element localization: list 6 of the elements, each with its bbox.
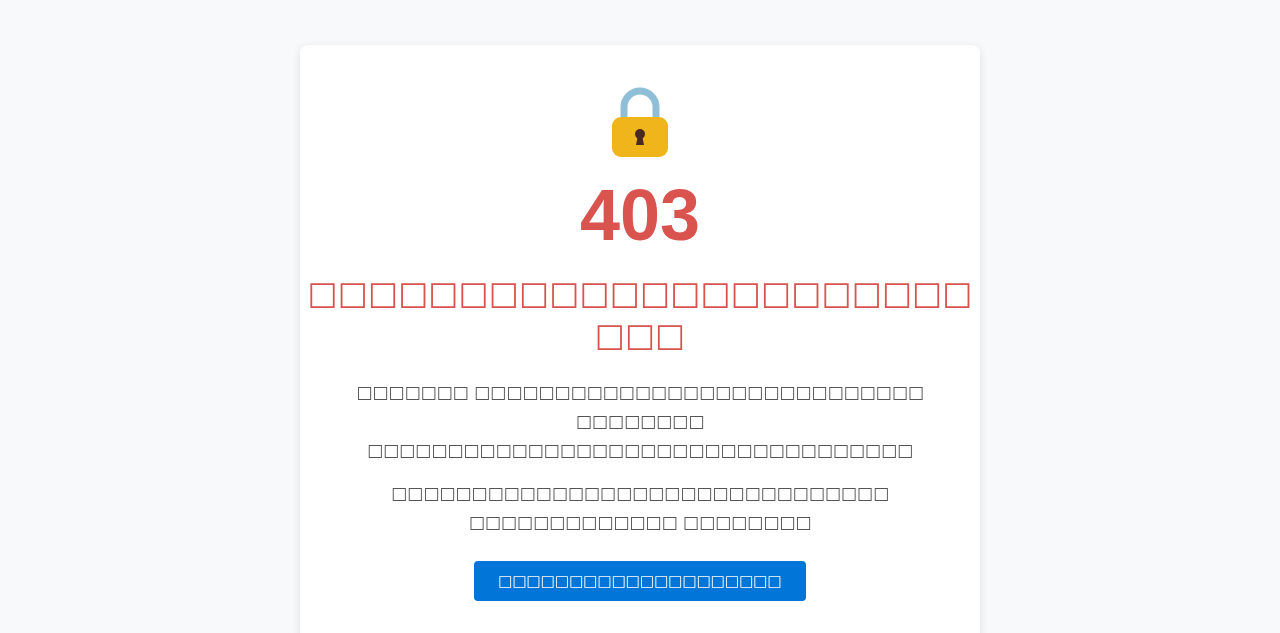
error-message: □□□□□□□□□□□□□□□□□□□□□□□□□□□□□□□ □□□□□□□□□□□□□ □□□□□□□□ — [390, 481, 890, 534]
error-title: □□□□□□□□□□□□□□□□□□□□□□ □□□ — [307, 273, 973, 356]
error-message: □□□□□□□ □□□□□□□□□□□□□□□□□□□□□□□□□□□□ □□□□□□□□ □□□□□□□□□□□□□□□□□□□□□□□□□□□□□□□□□□ — [355, 381, 925, 462]
back-button[interactable]: □□□□□□□□□□□□□□□□□□□□ — [474, 560, 806, 601]
padlock-icon — [610, 87, 670, 159]
error-code: 403 — [579, 179, 701, 251]
